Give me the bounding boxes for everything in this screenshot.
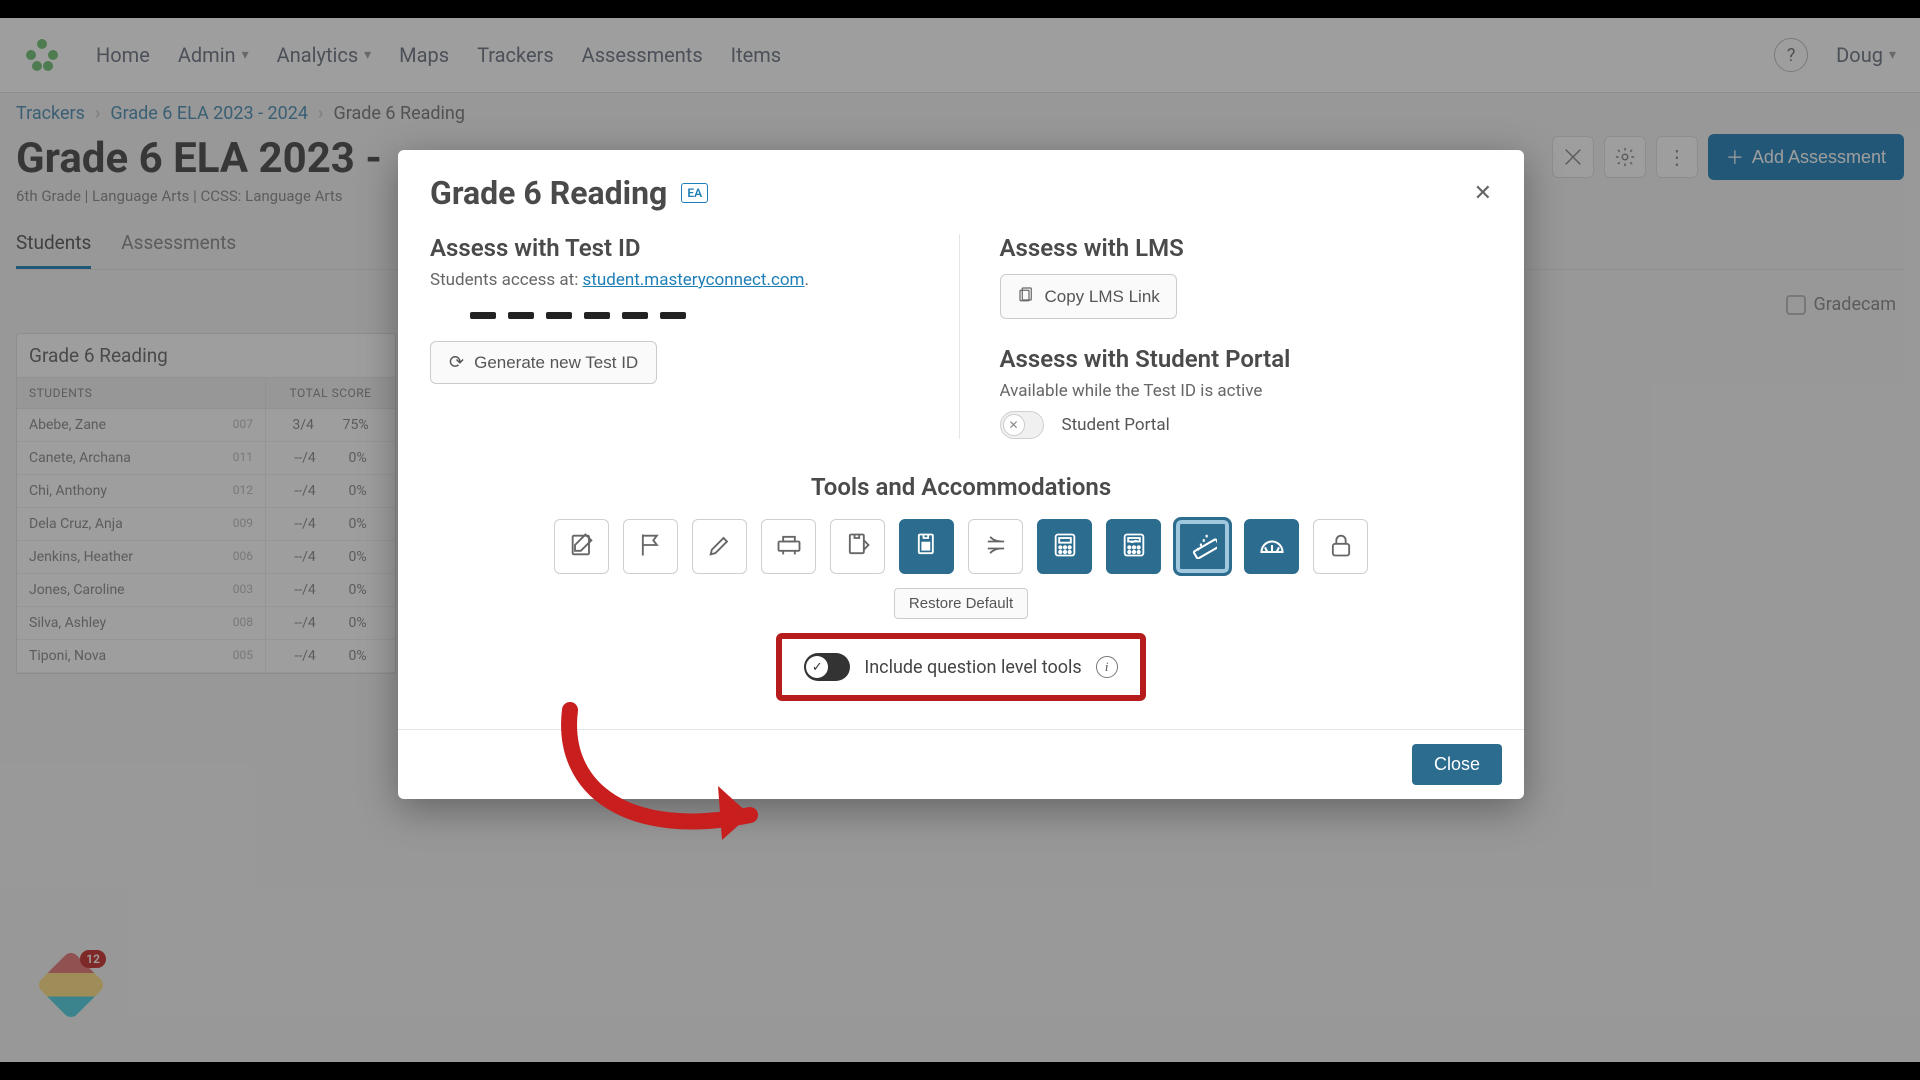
assess-portal-title: Assess with Student Portal	[1000, 345, 1493, 373]
question-level-tools-highlight: ✓ Include question level tools i	[776, 633, 1145, 701]
copy-lms-link-button[interactable]: Copy LMS Link	[1000, 274, 1177, 319]
clipboard-icon	[1017, 285, 1035, 308]
tool-basic-calculator[interactable]	[1037, 519, 1092, 574]
assess-testid-title: Assess with Test ID	[430, 234, 923, 262]
info-icon[interactable]: i	[1096, 656, 1118, 678]
check-icon: ✓	[806, 656, 828, 678]
tool-notepad[interactable]	[554, 519, 609, 574]
tool-scientific-calculator[interactable]	[1106, 519, 1161, 574]
protractor-icon	[1258, 531, 1286, 563]
student-access-link[interactable]: student.masteryconnect.com	[583, 270, 805, 290]
scratchpad-icon	[844, 531, 872, 563]
test-id-placeholder	[470, 312, 923, 319]
tool-protractor[interactable]	[1244, 519, 1299, 574]
tool-lock[interactable]	[1313, 519, 1368, 574]
tool-highlighter[interactable]	[692, 519, 747, 574]
scientific-calculator-icon	[1120, 531, 1148, 563]
highlighter-icon	[706, 531, 734, 563]
notepad-icon	[568, 531, 596, 563]
ruler-icon	[1189, 531, 1217, 563]
toggle-off-icon: ✕	[1003, 414, 1025, 436]
tool-ruler[interactable]	[1175, 519, 1230, 574]
student-portal-label: Student Portal	[1062, 415, 1170, 435]
assess-testid-pre: Students access at:	[430, 270, 583, 290]
modal-title: Grade 6 Reading	[430, 174, 667, 212]
basic-calculator-icon	[1051, 531, 1079, 563]
assess-testid-text: Students access at: student.masteryconne…	[430, 270, 923, 290]
restore-default-button[interactable]: Restore Default	[894, 588, 1028, 619]
student-portal-toggle[interactable]: ✕	[1000, 411, 1044, 439]
close-icon[interactable]: ✕	[1474, 181, 1492, 206]
question-level-tools-toggle[interactable]: ✓	[804, 653, 850, 681]
generate-test-id-label: Generate new Test ID	[474, 353, 638, 373]
tools-title: Tools and Accommodations	[430, 473, 1492, 501]
assess-lms-title: Assess with LMS	[1000, 234, 1493, 262]
assess-modal: Grade 6 Reading EA ✕ Assess with Test ID…	[398, 150, 1524, 799]
tool-color-contrast[interactable]	[899, 519, 954, 574]
tool-strikethrough[interactable]	[968, 519, 1023, 574]
portal-availability: Available while the Test ID is active	[1000, 381, 1493, 401]
tool-line-reader[interactable]	[761, 519, 816, 574]
copy-lms-label: Copy LMS Link	[1045, 287, 1160, 307]
reload-icon: ⟳	[449, 352, 464, 373]
lock-icon	[1327, 531, 1355, 563]
flag-icon	[637, 531, 665, 563]
tool-scratchpad[interactable]	[830, 519, 885, 574]
ea-badge: EA	[681, 183, 708, 203]
strikethrough-icon	[982, 531, 1010, 563]
color-contrast-icon	[913, 531, 941, 563]
close-button[interactable]: Close	[1412, 744, 1502, 785]
question-level-tools-label: Include question level tools	[864, 657, 1081, 678]
generate-test-id-button[interactable]: ⟳ Generate new Test ID	[430, 341, 657, 384]
line-reader-icon	[775, 531, 803, 563]
tool-flag[interactable]	[623, 519, 678, 574]
